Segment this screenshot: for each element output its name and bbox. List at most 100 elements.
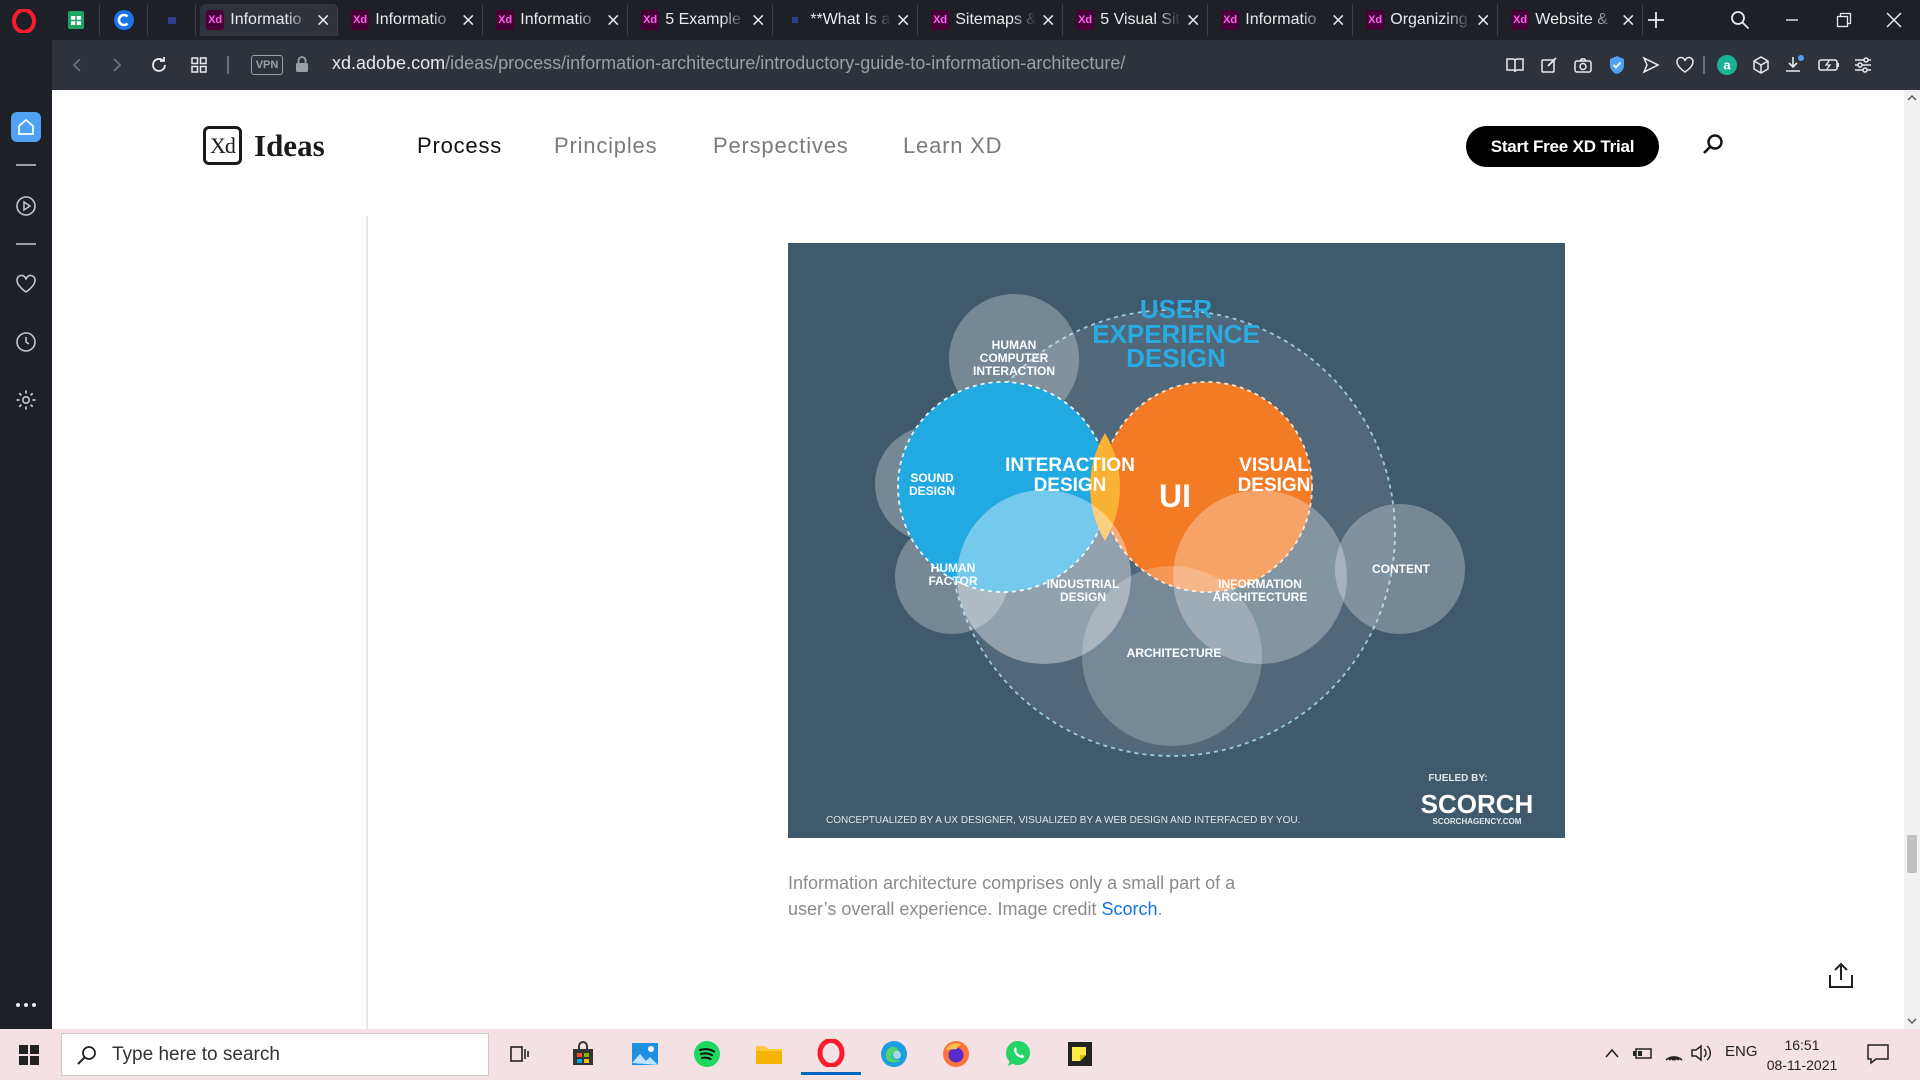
- taskbar-search-box[interactable]: Type here to search: [61, 1033, 489, 1076]
- search-icon[interactable]: [1700, 132, 1726, 158]
- browser-sidebar: [0, 40, 52, 1029]
- share-icon[interactable]: [1826, 961, 1856, 991]
- taskbar-photos[interactable]: [628, 1037, 662, 1071]
- taskbar-clock[interactable]: 16:51 08-11-2021: [1757, 1035, 1847, 1075]
- taskbar-store[interactable]: [566, 1037, 600, 1071]
- caption-link-scorch[interactable]: Scorch: [1102, 899, 1158, 919]
- pinned-tab-c[interactable]: [100, 4, 148, 36]
- c-app-icon: [113, 10, 134, 30]
- close-icon[interactable]: [1475, 11, 1491, 29]
- sidebar-bookmarks-button[interactable]: [11, 269, 41, 299]
- easy-setup-button[interactable]: [1850, 52, 1876, 78]
- tab-2[interactable]: Xd Informatio: [490, 4, 628, 36]
- close-icon[interactable]: [605, 11, 621, 29]
- volume-icon[interactable]: [1689, 1043, 1711, 1063]
- tab-title: Informatio: [1245, 11, 1317, 28]
- tab-9[interactable]: Xd Website &: [1505, 4, 1643, 36]
- tab-6[interactable]: Xd 5 Visual Sit: [1070, 4, 1208, 36]
- xd-icon: Xd: [1221, 10, 1240, 30]
- taskbar-whatsapp[interactable]: [1001, 1037, 1035, 1071]
- xd-icon: Xd: [641, 10, 660, 30]
- close-icon[interactable]: [895, 11, 911, 29]
- bookmark-button[interactable]: [1672, 52, 1698, 78]
- clock-date: 08-11-2021: [1766, 1057, 1838, 1073]
- extensions-button[interactable]: [1748, 52, 1774, 78]
- scrollbar-thumb[interactable]: [1907, 835, 1917, 873]
- start-trial-button[interactable]: Start Free XD Trial: [1466, 126, 1659, 167]
- taskbar-file-explorer[interactable]: [752, 1037, 786, 1071]
- restore-button[interactable]: [1818, 0, 1870, 40]
- battery-saver-button[interactable]: [1816, 52, 1842, 78]
- send-button[interactable]: [1638, 52, 1664, 78]
- tab-7[interactable]: Xd Informatio: [1215, 4, 1353, 36]
- vpn-badge[interactable]: VPN: [251, 55, 283, 75]
- start-button[interactable]: [0, 1029, 58, 1080]
- tab-search-button[interactable]: [1714, 0, 1766, 40]
- task-view-button[interactable]: [502, 1037, 536, 1071]
- taskbar-edge[interactable]: [877, 1037, 911, 1071]
- taskbar-opera[interactable]: [801, 1033, 861, 1075]
- close-icon[interactable]: [1620, 11, 1636, 29]
- extension-a-button[interactable]: a: [1714, 52, 1740, 78]
- site-logo[interactable]: Xd Ideas: [203, 126, 325, 165]
- xd-icon: Xd: [496, 10, 515, 30]
- reader-mode-button[interactable]: [1502, 52, 1528, 78]
- pinned-tab-sheets[interactable]: [52, 4, 100, 36]
- url-field[interactable]: xd.adobe.com/ideas/process/information-a…: [332, 53, 1125, 74]
- reload-button[interactable]: [146, 52, 172, 78]
- sidebar-history-button[interactable]: [11, 327, 41, 357]
- edit-button[interactable]: [1536, 52, 1562, 78]
- downloads-button[interactable]: [1782, 52, 1808, 78]
- edge-icon: [881, 1041, 907, 1067]
- nav-process[interactable]: Process: [417, 133, 502, 159]
- tabs-overview-button[interactable]: [186, 52, 212, 78]
- nav-principles[interactable]: Principles: [554, 133, 657, 159]
- taskbar-spotify[interactable]: [690, 1037, 724, 1071]
- hci-label-1: HUMAN: [992, 338, 1037, 352]
- url-host: xd.adobe.com: [332, 53, 446, 73]
- scroll-down-icon[interactable]: [1907, 1017, 1917, 1025]
- tab-5[interactable]: Xd Sitemaps &: [925, 4, 1063, 36]
- forward-button[interactable]: [104, 52, 130, 78]
- snapshot-button[interactable]: [1570, 52, 1596, 78]
- taskbar-sticky-notes[interactable]: [1063, 1037, 1097, 1071]
- close-icon[interactable]: [1185, 11, 1201, 29]
- close-icon[interactable]: [315, 11, 331, 29]
- notifications-icon[interactable]: [1866, 1043, 1890, 1065]
- tab-3[interactable]: Xd 5 Example: [635, 4, 773, 36]
- tab-4[interactable]: **What Is a: [780, 4, 918, 36]
- lock-icon[interactable]: [294, 55, 310, 73]
- tab-1[interactable]: Xd Informatio: [345, 4, 483, 36]
- battery-icon[interactable]: [1631, 1044, 1653, 1062]
- sidebar-home-button[interactable]: [11, 112, 41, 142]
- close-icon[interactable]: [460, 11, 476, 29]
- back-button[interactable]: [64, 52, 90, 78]
- scroll-up-icon[interactable]: [1907, 94, 1917, 102]
- close-icon[interactable]: [750, 11, 766, 29]
- taskbar-firefox[interactable]: [939, 1037, 973, 1071]
- ui-label: UI: [1159, 478, 1191, 514]
- nav-perspectives[interactable]: Perspectives: [713, 133, 849, 159]
- sidebar-settings-button[interactable]: [11, 385, 41, 415]
- sidebar-player-button[interactable]: [11, 191, 41, 221]
- new-tab-plus-icon[interactable]: [1645, 9, 1667, 31]
- tab-0[interactable]: Xd Informatio: [200, 4, 338, 36]
- sidebar-more-button[interactable]: [11, 990, 41, 1020]
- adblock-button[interactable]: [1604, 52, 1630, 78]
- tray-chevron-up-icon[interactable]: [1604, 1047, 1620, 1059]
- page-scrollbar[interactable]: [1904, 90, 1920, 1029]
- download-icon: [1786, 55, 1804, 72]
- nav-learn-xd[interactable]: Learn XD: [903, 133, 1002, 159]
- wifi-icon[interactable]: [1663, 1043, 1685, 1063]
- close-icon[interactable]: [1330, 11, 1346, 29]
- page-icon: [786, 10, 804, 30]
- tab-8[interactable]: Xd Organizing: [1360, 4, 1498, 36]
- camera-icon: [1574, 58, 1592, 73]
- minimize-button[interactable]: [1766, 0, 1818, 40]
- close-icon[interactable]: [1040, 11, 1056, 29]
- opera-logo-icon[interactable]: [12, 9, 36, 33]
- pinned-tab-page[interactable]: [148, 4, 196, 36]
- human-label-1: HUMAN: [931, 561, 976, 575]
- close-window-button[interactable]: [1868, 0, 1920, 40]
- language-indicator[interactable]: ENG: [1725, 1043, 1758, 1060]
